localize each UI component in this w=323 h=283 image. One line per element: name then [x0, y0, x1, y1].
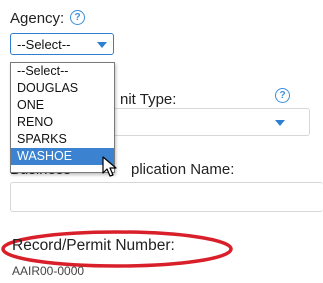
agency-option-highlighted[interactable]: WASHOE [11, 148, 114, 165]
record-permit-number-input[interactable]: AAIR00-0000 [12, 264, 84, 278]
agency-select[interactable]: --Select-- [10, 33, 114, 55]
agency-dropdown-list[interactable]: --Select-- DOUGLAS ONE RENO SPARKS WASHO… [10, 62, 115, 173]
agency-option[interactable]: SPARKS [11, 131, 114, 148]
agency-label: Agency: [10, 10, 65, 27]
agency-help-icon[interactable]: ? [70, 10, 85, 25]
chevron-down-icon [275, 120, 285, 126]
permit-type-help-icon[interactable]: ? [275, 88, 290, 103]
application-name-label: plication Name: [131, 161, 235, 178]
application-name-input[interactable] [10, 182, 323, 212]
agency-option[interactable]: ONE [11, 97, 114, 114]
agency-option[interactable]: DOUGLAS [11, 80, 114, 97]
agency-option[interactable]: RENO [11, 114, 114, 131]
permit-type-label: nit Type: [120, 91, 177, 108]
mouse-cursor-icon [102, 156, 117, 177]
record-permit-number-label: Record/Permit Number: [12, 237, 175, 254]
chevron-down-icon [97, 42, 107, 48]
agency-option[interactable]: --Select-- [11, 63, 114, 80]
agency-select-value: --Select-- [17, 37, 71, 52]
